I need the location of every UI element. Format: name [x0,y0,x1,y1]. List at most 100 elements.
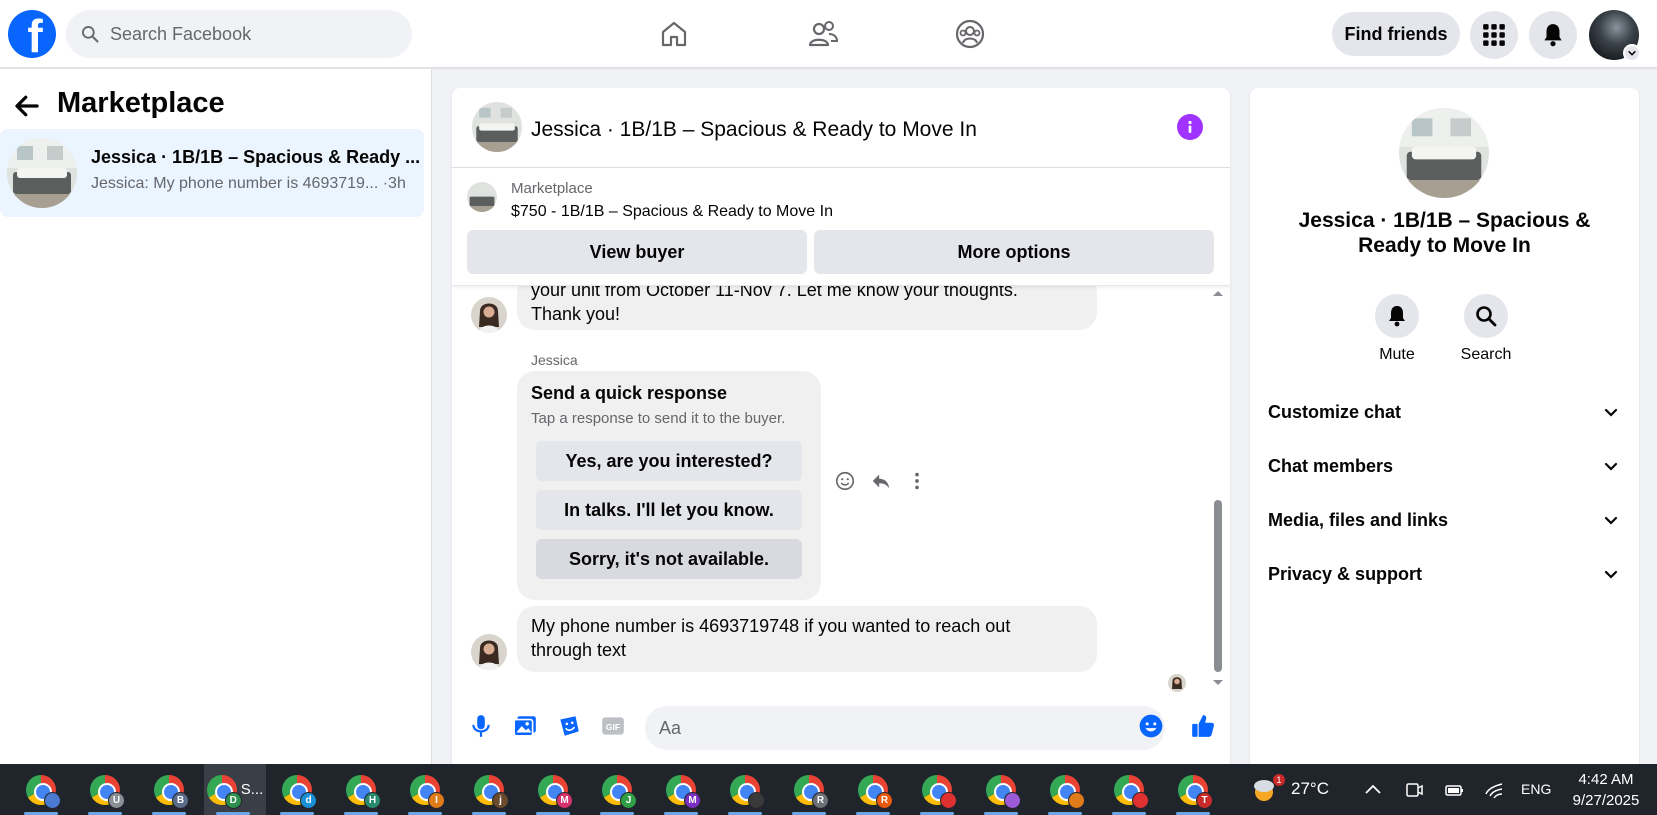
sender-avatar[interactable] [471,634,507,670]
quick-response-option[interactable]: Yes, are you interested? [536,441,802,481]
profile-badge: B [172,791,189,809]
svg-text:GIF: GIF [606,722,620,732]
scroll-up-icon[interactable] [1212,288,1224,298]
conversation-item[interactable]: Jessica · 1B/1B – Spacious & Ready ... J… [0,129,424,217]
chevron-up-icon[interactable] [1362,779,1384,801]
search-bar[interactable] [66,10,412,58]
search-input[interactable] [110,23,390,45]
taskbar-chrome-window[interactable]: D S... [204,764,266,815]
emoji-button[interactable] [1137,712,1165,740]
conversation-preview: Jessica: My phone number is 4693719... ·… [91,175,406,192]
voice-clip-button[interactable] [467,712,495,740]
taskbar-chrome-window[interactable]: M [524,764,582,815]
scroll-down-icon[interactable] [1212,678,1224,688]
taskbar-chrome-window[interactable] [972,764,1030,815]
customize-chat-section[interactable]: Customize chat [1268,390,1621,434]
message-scrollbar[interactable] [1210,288,1224,688]
banner-listing-title[interactable]: $750 - 1B/1B – Spacious & Ready to Move … [511,203,833,221]
privacy-support-section[interactable]: Privacy & support [1268,552,1621,596]
taskbar-chrome-window[interactable]: j [460,764,518,815]
chrome-icon: M [538,774,573,809]
top-navigation-bar: f Find friends [0,0,1657,68]
home-nav-button[interactable] [652,14,696,54]
facebook-logo[interactable]: f [8,10,56,58]
taskbar-chrome-window[interactable] [1036,764,1094,815]
profile-avatar[interactable] [1589,10,1641,62]
account-chevron-down-icon[interactable] [1623,44,1641,62]
temperature[interactable]: 27°C [1291,779,1329,799]
chevron-down-icon [1604,408,1618,417]
system-clock[interactable]: 4:42 AM 9/27/2025 [1566,769,1646,811]
attach-photo-button[interactable] [511,712,539,740]
info-panel-name: Jessica · 1B/1B – Spacious & Ready to Mo… [1298,209,1591,257]
taskbar-chrome-window[interactable] [1100,764,1158,815]
chat-members-section[interactable]: Chat members [1268,444,1621,488]
listing-avatar-large [1399,108,1489,198]
taskbar-chrome-window[interactable]: U [76,764,134,815]
conversation-info-icon[interactable] [1177,114,1203,140]
profile-badge: D [224,791,242,809]
menu-button[interactable] [1470,11,1518,59]
taskbar-chrome-window[interactable]: B [140,764,198,815]
input-language[interactable]: ENG [1521,781,1551,797]
chrome-icon [730,774,765,809]
chrome-icon: R [858,774,893,809]
taskbar-chrome-window[interactable]: R [780,764,838,815]
chat-title[interactable]: Jessica · 1B/1B – Spacious & Ready to Mo… [531,118,977,142]
wifi-icon[interactable] [1483,779,1505,801]
meet-now-icon[interactable] [1403,779,1425,801]
find-friends-button[interactable]: Find friends [1332,12,1460,56]
mute-button[interactable]: Mute [1352,294,1442,364]
media-files-links-section[interactable]: Media, files and links [1268,498,1621,542]
clock-date: 9/27/2025 [1572,792,1640,809]
notifications-button[interactable] [1529,11,1577,59]
taskbar-chrome-window[interactable]: J [588,764,646,815]
read-receipt-avatar [1168,674,1186,692]
bell-icon [1544,24,1562,47]
profile-badge [1004,791,1021,809]
sticker-button[interactable] [555,712,583,740]
taskbar-chrome-window[interactable] [12,764,70,815]
profile-badge: J [620,791,637,809]
reply-icon[interactable] [870,470,892,492]
taskbar-chrome-window[interactable]: H [332,764,390,815]
chat-listing-avatar[interactable] [472,102,522,152]
sender-avatar[interactable] [471,297,507,333]
scroll-thumb[interactable] [1214,500,1222,672]
profile-badge: d [300,791,317,809]
more-vertical-icon[interactable] [906,470,928,492]
quick-response-option[interactable]: Sorry, it's not available. [536,539,802,579]
gif-button[interactable]: GIF [599,712,627,740]
taskbar-chrome-window[interactable]: d [268,764,326,815]
chrome-icon: T [1178,774,1213,809]
taskbar-chrome-window[interactable] [716,764,774,815]
friends-nav-button[interactable] [801,14,845,54]
like-button[interactable] [1189,712,1217,740]
taskbar-chrome-window[interactable]: I [396,764,454,815]
message-text: your unit from October 11-Nov 7. Let me … [531,286,1018,300]
taskbar-chrome-window[interactable] [908,764,966,815]
taskbar-chrome-window[interactable]: T [1164,764,1222,815]
groups-nav-button[interactable] [948,14,992,54]
facebook-logo-letter: f [27,10,43,58]
profile-badge [748,791,765,809]
weather-badge: 1 [1276,775,1281,785]
chevron-down-icon [1604,570,1618,579]
view-buyer-button[interactable]: View buyer [467,230,807,274]
quick-response-option[interactable]: In talks. I'll let you know. [536,490,802,530]
react-emoji-icon[interactable] [834,470,856,492]
chrome-icon: U [90,774,125,809]
section-label: Customize chat [1268,401,1402,422]
conversation-info-panel: Jessica · 1B/1B – Spacious & Ready to Mo… [1250,88,1639,764]
message-input[interactable] [645,706,1165,750]
battery-icon[interactable] [1443,779,1465,801]
chrome-icon [1050,774,1085,809]
more-options-button[interactable]: More options [814,230,1214,274]
weather-icon[interactable]: 1 [1250,772,1286,808]
taskbar-chrome-window[interactable]: M [652,764,710,815]
window-label: S... [240,781,264,798]
profile-badge: R [876,791,893,809]
back-arrow-icon[interactable] [12,91,42,121]
taskbar-chrome-window[interactable]: R [844,764,902,815]
search-conversation-button[interactable]: Search [1441,294,1531,364]
